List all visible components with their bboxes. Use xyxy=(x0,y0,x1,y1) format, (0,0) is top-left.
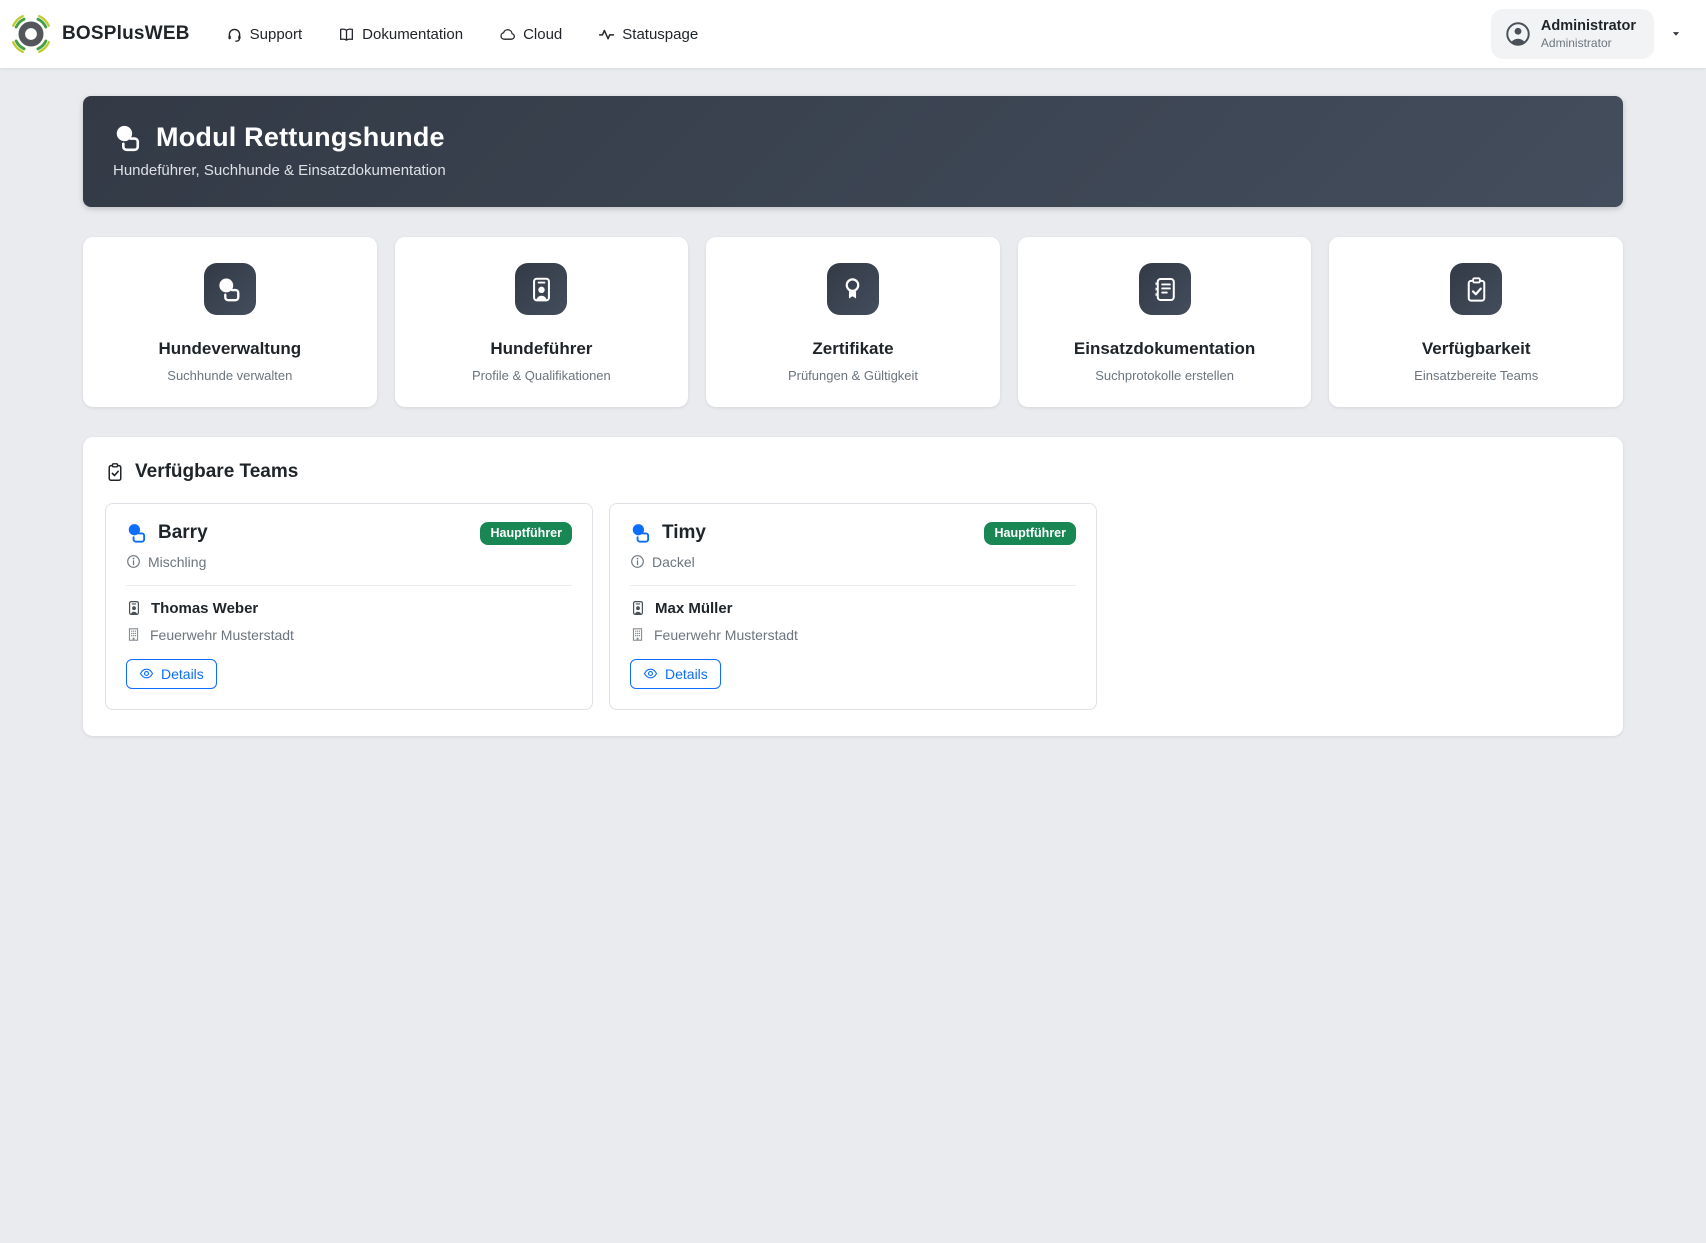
eye-icon xyxy=(643,666,658,681)
award-icon xyxy=(827,263,879,315)
page-content: Modul Rettungshunde Hundeführer, Suchhun… xyxy=(83,96,1623,736)
nav-label: Support xyxy=(250,26,303,43)
divider xyxy=(630,585,1076,586)
dog-name: Timy xyxy=(662,522,706,544)
cloud-icon xyxy=(499,26,516,43)
module-title: Zertifikate xyxy=(720,339,986,359)
dog-name: Barry xyxy=(158,522,208,544)
app-logo-icon xyxy=(10,13,52,55)
module-card-hundefuehrer[interactable]: Hundeführer Profile & Qualifikationen xyxy=(395,237,689,407)
organization: Feuerwehr Musterstadt xyxy=(150,627,294,643)
building-icon xyxy=(126,627,141,642)
nav-item-cloud[interactable]: Cloud xyxy=(499,26,562,43)
module-title: Hundeverwaltung xyxy=(97,339,363,359)
nav-item-statuspage[interactable]: Statuspage xyxy=(598,26,698,43)
teams-grid: Barry Hauptführer Mischling Thomas Weber… xyxy=(105,503,1601,710)
dog-breed: Dackel xyxy=(652,554,695,570)
top-navbar: BOSPlusWEB Support Dokumentation Cloud S… xyxy=(0,0,1706,68)
activity-icon xyxy=(598,26,615,43)
details-label: Details xyxy=(161,666,204,682)
dog-icon xyxy=(630,522,652,544)
brand-name: BOSPlusWEB xyxy=(62,23,190,45)
status-badge: Hauptführer xyxy=(984,522,1076,545)
module-subtitle: Suchprotokolle erstellen xyxy=(1032,368,1298,383)
module-hero-banner: Modul Rettungshunde Hundeführer, Suchhun… xyxy=(83,96,1623,207)
person-badge-icon xyxy=(126,600,142,616)
book-icon xyxy=(338,26,355,43)
clipboard-check-icon xyxy=(1450,263,1502,315)
module-card-einsatzdokumentation[interactable]: Einsatzdokumentation Suchprotokolle erst… xyxy=(1018,237,1312,407)
chevron-down-icon[interactable] xyxy=(1670,28,1682,40)
nav-label: Dokumentation xyxy=(362,26,463,43)
details-label: Details xyxy=(665,666,708,682)
building-icon xyxy=(630,627,645,642)
module-subtitle: Prüfungen & Gültigkeit xyxy=(720,368,986,383)
nav-item-support[interactable]: Support xyxy=(226,26,303,43)
empty-grid-cell xyxy=(1113,503,1601,710)
user-profile-button[interactable]: Administrator Administrator xyxy=(1491,9,1654,58)
module-subtitle: Einsatzbereite Teams xyxy=(1343,368,1609,383)
module-card-hundeverwaltung[interactable]: Hundeverwaltung Suchhunde verwalten xyxy=(83,237,377,407)
nav-item-dokumentation[interactable]: Dokumentation xyxy=(338,26,463,43)
organization: Feuerwehr Musterstadt xyxy=(654,627,798,643)
user-name: Administrator xyxy=(1541,17,1636,35)
clipboard-check-icon xyxy=(105,462,125,482)
nav-label: Statuspage xyxy=(622,26,698,43)
team-card-barry: Barry Hauptführer Mischling Thomas Weber… xyxy=(105,503,593,710)
divider xyxy=(126,585,572,586)
module-title: Verfügbarkeit xyxy=(1343,339,1609,359)
user-texts: Administrator Administrator xyxy=(1541,17,1636,50)
module-card-grid: Hundeverwaltung Suchhunde verwalten Hund… xyxy=(83,237,1623,407)
team-card-timy: Timy Hauptführer Dackel Max Müller Feuer… xyxy=(609,503,1097,710)
handler-name: Max Müller xyxy=(655,600,733,617)
module-title: Hundeführer xyxy=(409,339,675,359)
module-title: Einsatzdokumentation xyxy=(1032,339,1298,359)
info-circle-icon xyxy=(630,554,645,569)
page-title: Modul Rettungshunde xyxy=(156,122,445,153)
available-teams-panel: Verfügbare Teams Barry Hauptführer Misch… xyxy=(83,437,1623,736)
dog-icon xyxy=(113,123,143,153)
module-subtitle: Profile & Qualifikationen xyxy=(409,368,675,383)
module-subtitle: Suchhunde verwalten xyxy=(97,368,363,383)
headset-icon xyxy=(226,26,243,43)
teams-header: Verfügbare Teams xyxy=(105,461,1601,483)
module-card-verfuegbarkeit[interactable]: Verfügbarkeit Einsatzbereite Teams xyxy=(1329,237,1623,407)
module-card-zertifikate[interactable]: Zertifikate Prüfungen & Gültigkeit xyxy=(706,237,1000,407)
person-badge-icon xyxy=(515,263,567,315)
person-circle-icon xyxy=(1505,21,1531,47)
page-subtitle: Hundeführer, Suchhunde & Einsatzdokument… xyxy=(113,162,1593,179)
handler-name: Thomas Weber xyxy=(151,600,258,617)
person-badge-icon xyxy=(630,600,646,616)
user-menu: Administrator Administrator xyxy=(1491,9,1682,58)
status-badge: Hauptführer xyxy=(480,522,572,545)
dog-icon xyxy=(204,263,256,315)
details-button[interactable]: Details xyxy=(630,659,721,689)
nav-label: Cloud xyxy=(523,26,562,43)
user-role: Administrator xyxy=(1541,36,1636,51)
journal-text-icon xyxy=(1139,263,1191,315)
teams-title: Verfügbare Teams xyxy=(135,461,298,483)
details-button[interactable]: Details xyxy=(126,659,217,689)
info-circle-icon xyxy=(126,554,141,569)
dog-breed: Mischling xyxy=(148,554,206,570)
dog-icon xyxy=(126,522,148,544)
main-nav: Support Dokumentation Cloud Statuspage xyxy=(226,26,1491,43)
eye-icon xyxy=(139,666,154,681)
brand-home-link[interactable]: BOSPlusWEB xyxy=(10,13,190,55)
